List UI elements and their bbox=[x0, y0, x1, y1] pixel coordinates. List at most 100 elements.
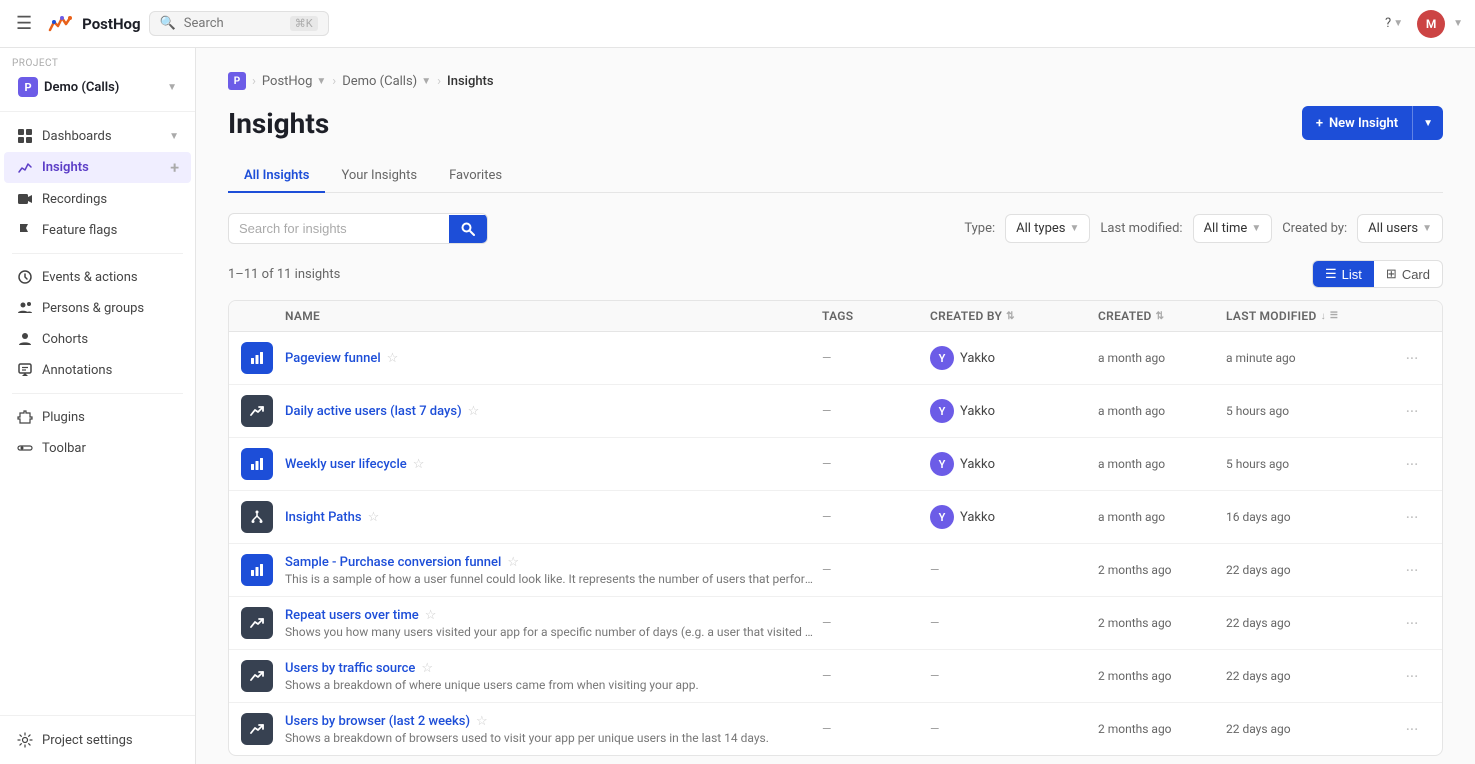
user-avatar[interactable]: M bbox=[1417, 10, 1445, 38]
breadcrumb-demo-calls[interactable]: Demo (Calls) ▼ bbox=[342, 74, 431, 89]
insights-search-input[interactable] bbox=[229, 214, 449, 243]
row-star-icon[interactable]: ☆ bbox=[476, 714, 488, 729]
table-header-created-by[interactable]: CREATED BY ⇅ bbox=[930, 309, 1090, 323]
sidebar-item-toolbar[interactable]: Toolbar bbox=[4, 433, 191, 463]
avatar-chevron-icon: ▼ bbox=[1453, 18, 1463, 29]
row-name-link[interactable]: Sample - Purchase conversion funnel bbox=[285, 555, 501, 570]
row-name-link[interactable]: Pageview funnel bbox=[285, 351, 381, 366]
new-insight-dropdown-trigger[interactable]: ▼ bbox=[1413, 110, 1443, 137]
tab-your-insights[interactable]: Your Insights bbox=[325, 160, 433, 193]
row-name-link[interactable]: Weekly user lifecycle bbox=[285, 457, 407, 472]
created-by-filter-select[interactable]: All users ▼ bbox=[1357, 214, 1443, 243]
row-name-link[interactable]: Users by browser (last 2 weeks) bbox=[285, 714, 470, 729]
table-header-tags[interactable]: TAGS bbox=[822, 309, 922, 323]
row-created-by-cell: — bbox=[930, 616, 1090, 630]
table-header-created[interactable]: CREATED ⇅ bbox=[1098, 309, 1218, 323]
breadcrumb-project-badge[interactable]: P bbox=[228, 72, 246, 90]
row-created-time: a month ago bbox=[1098, 457, 1218, 471]
row-tags: — bbox=[822, 457, 922, 471]
filter-bar: Type: All types ▼ Last modified: All tim… bbox=[228, 213, 1443, 244]
row-star-icon[interactable]: ☆ bbox=[468, 404, 480, 419]
tab-all-insights[interactable]: All Insights bbox=[228, 160, 325, 193]
sidebar-item-toolbar-label: Toolbar bbox=[42, 441, 179, 456]
sidebar-item-plugins[interactable]: Plugins bbox=[4, 402, 191, 432]
help-button[interactable]: ? ▼ bbox=[1379, 12, 1409, 35]
row-name-wrap: Pageview funnel ☆ bbox=[285, 351, 814, 366]
sidebar-item-persons-groups[interactable]: Persons & groups bbox=[4, 293, 191, 323]
list-view-button[interactable]: ☰ List bbox=[1313, 261, 1374, 287]
sidebar-item-dashboards[interactable]: Dashboards ▼ bbox=[4, 121, 191, 151]
sidebar-item-cohorts[interactable]: Cohorts bbox=[4, 324, 191, 354]
logo[interactable]: PostHog bbox=[44, 8, 140, 40]
tab-favorites[interactable]: Favorites bbox=[433, 160, 518, 193]
project-name-button[interactable]: P Demo (Calls) ▼ bbox=[12, 73, 183, 101]
row-type-icon bbox=[241, 713, 273, 745]
row-name-link[interactable]: Daily active users (last 7 days) bbox=[285, 404, 462, 419]
sidebar-item-events-actions[interactable]: Events & actions bbox=[4, 262, 191, 292]
row-star-icon[interactable]: ☆ bbox=[425, 608, 437, 623]
row-more-button[interactable]: ··· bbox=[1394, 508, 1430, 527]
card-view-button[interactable]: ⊞ Card bbox=[1374, 261, 1442, 287]
new-insight-button[interactable]: + New Insight ▼ bbox=[1302, 106, 1443, 140]
table-header-last-modified[interactable]: LAST MODIFIED ↓ ☰ bbox=[1226, 309, 1386, 323]
help-chevron-icon: ▼ bbox=[1393, 18, 1403, 29]
sidebar-item-annotations[interactable]: Annotations bbox=[4, 355, 191, 385]
sidebar-item-recordings[interactable]: Recordings bbox=[4, 184, 191, 214]
last-modified-filter-label: Last modified: bbox=[1100, 221, 1182, 236]
row-last-modified-time: 5 hours ago bbox=[1226, 457, 1386, 471]
table-row[interactable]: Daily active users (last 7 days) ☆ — YYa… bbox=[229, 385, 1442, 438]
table-header-name[interactable]: NAME bbox=[285, 309, 814, 323]
row-more-button[interactable]: ··· bbox=[1394, 720, 1430, 739]
row-name-link[interactable]: Repeat users over time bbox=[285, 608, 419, 623]
global-search[interactable]: 🔍 Search ⌘K bbox=[149, 11, 329, 36]
row-more-button[interactable]: ··· bbox=[1394, 614, 1430, 633]
sidebar-item-project-settings[interactable]: Project settings bbox=[4, 725, 191, 755]
breadcrumb: P › PostHog ▼ › Demo (Calls) ▼ › Insight… bbox=[228, 72, 1443, 90]
table-row[interactable]: Sample - Purchase conversion funnel ☆ Th… bbox=[229, 544, 1442, 597]
row-more-button[interactable]: ··· bbox=[1394, 349, 1430, 368]
row-tags: — bbox=[822, 510, 922, 524]
type-filter-select[interactable]: All types ▼ bbox=[1005, 214, 1090, 243]
sidebar-item-feature-flags[interactable]: Feature flags bbox=[4, 215, 191, 245]
row-star-icon[interactable]: ☆ bbox=[507, 555, 519, 570]
table-row[interactable]: Repeat users over time ☆ Shows you how m… bbox=[229, 597, 1442, 650]
sidebar-item-insights[interactable]: Insights + bbox=[4, 152, 191, 183]
plugins-icon bbox=[16, 408, 34, 426]
table-row[interactable]: Users by traffic source ☆ Shows a breakd… bbox=[229, 650, 1442, 703]
row-last-modified-time: 16 days ago bbox=[1226, 510, 1386, 524]
breadcrumb-posthog[interactable]: PostHog ▼ bbox=[262, 74, 326, 89]
row-created-by: Yakko bbox=[960, 510, 995, 525]
row-type-icon bbox=[241, 342, 273, 374]
row-more-button[interactable]: ··· bbox=[1394, 561, 1430, 580]
row-created-by-empty: — bbox=[930, 563, 939, 577]
new-insight-main-action[interactable]: + New Insight bbox=[1302, 108, 1412, 139]
hamburger-menu[interactable]: ☰ bbox=[12, 9, 36, 38]
table-row[interactable]: Pageview funnel ☆ — YYakko a month ago a… bbox=[229, 332, 1442, 385]
insights-add-icon[interactable]: + bbox=[170, 158, 179, 177]
page-header: Insights + New Insight ▼ bbox=[228, 106, 1443, 140]
row-avatar: Y bbox=[930, 399, 954, 423]
breadcrumb-badge-icon: P bbox=[228, 72, 246, 90]
row-created-by: Yakko bbox=[960, 457, 995, 472]
row-star-icon[interactable]: ☆ bbox=[413, 457, 425, 472]
table-row[interactable]: Insight Paths ☆ — YYakko a month ago 16 … bbox=[229, 491, 1442, 544]
new-insight-label: New Insight bbox=[1329, 116, 1398, 131]
sidebar-item-persons-label: Persons & groups bbox=[42, 301, 179, 316]
row-name-link[interactable]: Insight Paths bbox=[285, 510, 362, 525]
row-name-link[interactable]: Users by traffic source bbox=[285, 661, 415, 676]
row-more-button[interactable]: ··· bbox=[1394, 667, 1430, 686]
row-star-icon[interactable]: ☆ bbox=[387, 351, 399, 366]
last-modified-filter-select[interactable]: All time ▼ bbox=[1193, 214, 1273, 243]
row-more-button[interactable]: ··· bbox=[1394, 402, 1430, 421]
row-star-icon[interactable]: ☆ bbox=[421, 661, 433, 676]
insights-search-button[interactable] bbox=[449, 215, 487, 243]
row-created-by-cell: — bbox=[930, 669, 1090, 683]
row-created-by-cell: — bbox=[930, 563, 1090, 577]
row-star-icon[interactable]: ☆ bbox=[368, 510, 380, 525]
settings-icon bbox=[16, 731, 34, 749]
row-description: Shows a breakdown of browsers used to vi… bbox=[285, 731, 814, 745]
row-more-button[interactable]: ··· bbox=[1394, 455, 1430, 474]
table-row[interactable]: Weekly user lifecycle ☆ — YYakko a month… bbox=[229, 438, 1442, 491]
table-row[interactable]: Users by browser (last 2 weeks) ☆ Shows … bbox=[229, 703, 1442, 755]
last-modified-filter-value: All time bbox=[1204, 221, 1248, 236]
